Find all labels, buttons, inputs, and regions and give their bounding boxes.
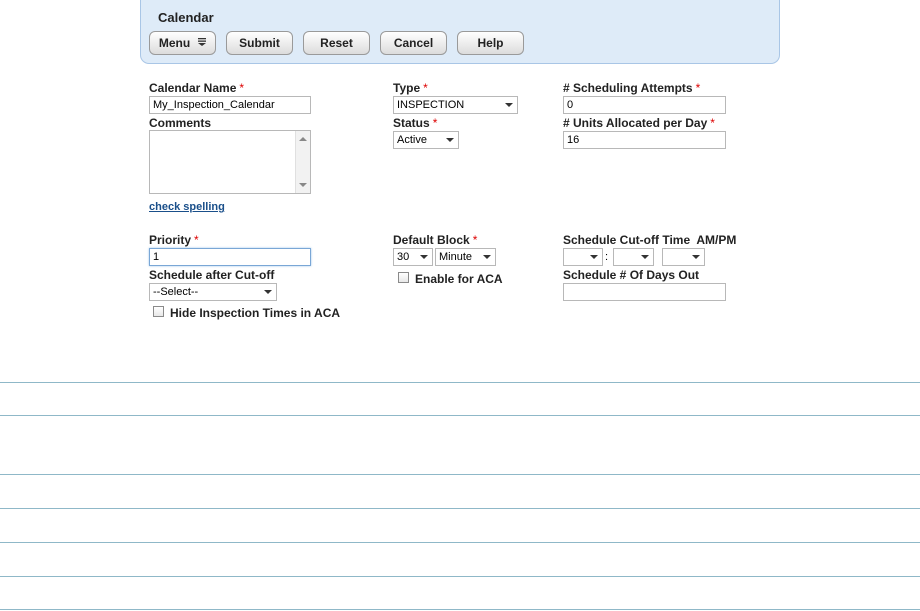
type-label: Type * xyxy=(393,81,428,95)
schedule-after-cutoff-value: --Select-- xyxy=(153,286,199,298)
divider xyxy=(0,609,920,610)
type-select-value: INSPECTION xyxy=(397,99,465,111)
cutoff-time-label: Schedule Cut-off Time AM/PM xyxy=(563,233,737,247)
cutoff-minute-select[interactable] xyxy=(613,248,654,266)
comments-scrollbar[interactable] xyxy=(295,131,310,193)
menu-button[interactable]: Menu xyxy=(149,31,216,55)
calendar-toolbar-panel: Calendar Menu Submit Reset Cancel Help xyxy=(140,0,780,64)
priority-label-text: Priority xyxy=(149,233,192,247)
scheduling-attempts-label-text: # Scheduling Attempts xyxy=(563,81,693,95)
required-mark: * xyxy=(432,116,438,130)
schedule-after-cutoff-label: Schedule after Cut-off xyxy=(149,268,275,282)
help-button[interactable]: Help xyxy=(457,31,524,55)
priority-label: Priority * xyxy=(149,233,199,247)
comments-textarea[interactable] xyxy=(149,130,311,194)
panel-title: Calendar xyxy=(158,10,214,25)
required-mark: * xyxy=(423,81,428,95)
default-block-unit-value: Minute xyxy=(439,251,473,263)
reset-button[interactable]: Reset xyxy=(303,31,370,55)
default-block-label: Default Block * xyxy=(393,233,477,247)
enable-aca-label: Enable for ACA xyxy=(415,272,503,286)
default-block-label-text: Default Block xyxy=(393,233,470,247)
units-allocated-label: # Units Allocated per Day * xyxy=(563,116,715,130)
hide-inspection-times-label: Hide Inspection Times in ACA xyxy=(170,306,341,320)
chevron-down-icon xyxy=(420,255,428,259)
required-mark: * xyxy=(695,81,701,95)
divider xyxy=(0,542,920,543)
cutoff-hour-select[interactable] xyxy=(563,248,603,266)
cancel-button[interactable]: Cancel xyxy=(380,31,447,55)
status-select-value: Active xyxy=(397,134,427,146)
default-block-amount-value: 30 xyxy=(397,251,410,263)
chevron-down-icon xyxy=(641,255,649,259)
menu-dropdown-icon xyxy=(198,38,207,46)
days-out-input[interactable] xyxy=(563,283,726,301)
chevron-down-icon xyxy=(505,103,513,107)
calendar-name-label: Calendar Name * xyxy=(149,81,244,95)
menu-button-label: Menu xyxy=(158,36,191,50)
required-mark: * xyxy=(472,233,478,247)
time-separator: : xyxy=(605,251,609,263)
divider xyxy=(0,415,920,416)
units-allocated-input[interactable]: 16 xyxy=(563,131,726,149)
chevron-down-icon xyxy=(264,290,272,294)
submit-button[interactable]: Submit xyxy=(226,31,293,55)
calendar-name-input[interactable]: My_Inspection_Calendar xyxy=(149,96,311,114)
chevron-down-icon xyxy=(446,138,454,142)
hide-inspection-times-checkbox[interactable] xyxy=(153,306,164,317)
units-allocated-label-text: # Units Allocated per Day xyxy=(563,116,708,130)
comments-label: Comments xyxy=(149,116,212,130)
required-mark: * xyxy=(239,81,245,95)
status-select[interactable]: Active xyxy=(393,131,459,149)
type-select[interactable]: INSPECTION xyxy=(393,96,518,114)
required-mark: * xyxy=(710,116,715,130)
check-spelling-link[interactable]: check spelling xyxy=(149,201,225,213)
divider xyxy=(0,576,920,577)
days-out-label: Schedule # Of Days Out xyxy=(563,268,700,282)
chevron-down-icon xyxy=(692,255,700,259)
default-block-unit-select[interactable]: Minute xyxy=(435,248,496,266)
status-label: Status * xyxy=(393,116,437,130)
status-label-text: Status xyxy=(393,116,430,130)
schedule-after-cutoff-select[interactable]: --Select-- xyxy=(149,283,277,301)
type-label-text: Type xyxy=(393,81,421,95)
enable-aca-checkbox[interactable] xyxy=(398,272,409,283)
calendar-name-label-text: Calendar Name xyxy=(149,81,237,95)
chevron-down-icon xyxy=(483,255,491,259)
scroll-up-icon[interactable] xyxy=(299,137,307,141)
divider xyxy=(0,474,920,475)
divider xyxy=(0,508,920,509)
scroll-down-icon[interactable] xyxy=(299,183,307,187)
required-mark: * xyxy=(194,233,199,247)
priority-input[interactable]: 1 xyxy=(149,248,311,266)
divider xyxy=(0,382,920,383)
scheduling-attempts-input[interactable]: 0 xyxy=(563,96,726,114)
default-block-amount-select[interactable]: 30 xyxy=(393,248,433,266)
scheduling-attempts-label: # Scheduling Attempts * xyxy=(563,81,700,95)
cutoff-ampm-select[interactable] xyxy=(662,248,705,266)
chevron-down-icon xyxy=(590,255,598,259)
